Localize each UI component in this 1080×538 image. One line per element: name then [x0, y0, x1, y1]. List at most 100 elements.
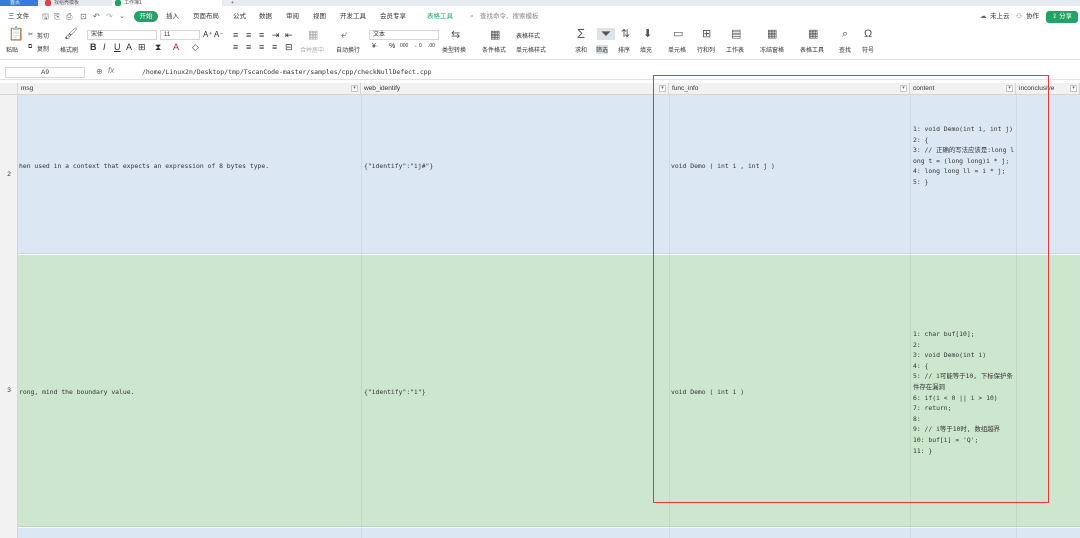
cell-web-identify-row3[interactable]: {"identify":"i"}	[364, 388, 664, 396]
align-center-icon[interactable]: ≡	[246, 42, 251, 52]
symbol-button[interactable]: 符号	[862, 45, 874, 54]
fx-icon[interactable]: fx	[108, 66, 114, 75]
menu-member[interactable]: 会员专享	[380, 11, 406, 23]
wrap-text-button[interactable]: 自动换行	[336, 45, 360, 54]
filter-dropdown-icon[interactable]: ▾	[1006, 85, 1013, 92]
fill-button[interactable]: 填充	[640, 45, 652, 54]
cell-content-row3[interactable]: 1: char buf[10]; 2: 3: void Demo(int i) …	[913, 329, 1015, 456]
font-grow-icon[interactable]: A⁺	[203, 30, 213, 39]
font-shrink-icon[interactable]: A⁻	[214, 30, 224, 39]
bold-icon[interactable]: B	[90, 42, 97, 52]
cell-msg-row2[interactable]: hen used in a context that expects an ex…	[19, 162, 359, 170]
row-header-3[interactable]: 3	[0, 387, 18, 394]
column-header-func-info[interactable]: func_info ▾	[669, 83, 910, 95]
number-format-select[interactable]: 文本	[369, 30, 439, 40]
row-header-2[interactable]: 2	[0, 171, 18, 178]
align-middle-icon[interactable]: ≡	[246, 30, 251, 40]
menu-review[interactable]: 审阅	[286, 11, 299, 23]
tab-workbook[interactable]: 工作簿1	[112, 0, 222, 6]
select-all-corner[interactable]	[0, 83, 18, 95]
fill-color-icon[interactable]: ⧗	[155, 42, 161, 53]
percent-icon[interactable]: %	[389, 43, 395, 50]
decimal-decrease-icon[interactable]: .00	[428, 43, 435, 49]
paste-button[interactable]: 粘贴	[6, 45, 18, 54]
format-painter-icon[interactable]: 🖌	[64, 28, 78, 40]
font-name-select[interactable]: 宋体	[87, 30, 157, 40]
column-header-web-identify[interactable]: web_identify ▾	[361, 83, 669, 95]
cell-reference-box[interactable]: A9	[5, 67, 85, 78]
justify-icon[interactable]: ≡	[272, 42, 277, 52]
tab-template[interactable]: 找稻壳模板	[42, 0, 104, 6]
menu-table-tools[interactable]: 表格工具	[427, 11, 453, 23]
distribute-icon[interactable]: ⊟	[285, 42, 293, 53]
font-size-select[interactable]: 11	[160, 30, 200, 40]
menu-start[interactable]: 开始	[134, 11, 158, 22]
cell-style-button[interactable]: 单元格样式	[516, 45, 546, 54]
sort-button[interactable]: 排序	[618, 45, 630, 54]
sum-button[interactable]: 求和	[575, 45, 587, 54]
indent-icon[interactable]: ⇥	[272, 30, 280, 41]
formula-input[interactable]: /home/Linux2n/Desktop/tmp/TscanCode-mast…	[142, 68, 432, 76]
align-left-icon[interactable]: ≡	[233, 42, 238, 52]
zoom-icon[interactable]: ⊕	[96, 67, 103, 76]
align-top-icon[interactable]: ≡	[233, 30, 238, 40]
new-tab-button[interactable]: +	[228, 0, 242, 6]
clear-format-icon[interactable]: ◇	[192, 42, 199, 53]
undo-icon[interactable]: ↶	[93, 11, 100, 23]
font-color-icon[interactable]: A	[173, 42, 179, 52]
menu-dev-tools[interactable]: 开发工具	[340, 11, 366, 23]
cell-msg-row3[interactable]: rong, mind the boundary value.	[19, 388, 359, 396]
type-convert-button[interactable]: 类型转换	[442, 45, 466, 54]
worksheet-button[interactable]: 工作表	[726, 45, 744, 54]
italic-icon[interactable]: I	[103, 42, 106, 52]
column-header-inconclusive[interactable]: inconclusive ▾	[1016, 83, 1080, 95]
strikethrough-icon[interactable]: A	[126, 42, 132, 52]
cell-button[interactable]: 单元格	[668, 45, 686, 54]
share-button[interactable]: ⇪ 分享	[1046, 11, 1078, 23]
menu-formula[interactable]: 公式	[233, 11, 246, 23]
menu-view[interactable]: 视图	[313, 11, 326, 23]
paste-icon[interactable]: 📋	[8, 27, 24, 40]
filter-dropdown-icon[interactable]: ▾	[1070, 85, 1077, 92]
filter-dropdown-icon[interactable]: ▾	[900, 85, 907, 92]
export-pdf-icon[interactable]: ⎘	[54, 11, 60, 23]
cell-func-info-row2[interactable]: void Demo ( int i , int j )	[671, 162, 907, 170]
cut-button[interactable]: 剪切	[37, 31, 49, 40]
cell-web-identify-row2[interactable]: {"identify":"ij#"}	[364, 162, 664, 170]
table-tools-button[interactable]: 表格工具	[800, 45, 824, 54]
redo-icon[interactable]: ↷	[106, 11, 113, 23]
menu-file[interactable]: 三 文件	[8, 11, 29, 23]
command-search[interactable]: 查找命令、搜索模板	[480, 11, 539, 23]
filter-button[interactable]: 筛选	[596, 45, 609, 54]
decimal-increase-icon[interactable]: ←0	[414, 43, 422, 49]
tab-home[interactable]: 首页	[0, 0, 38, 6]
collaborate-button[interactable]: 协作	[1026, 11, 1039, 23]
border-icon[interactable]: ⊞	[138, 42, 146, 53]
align-bottom-icon[interactable]: ≡	[259, 30, 264, 40]
underline-icon[interactable]: U	[114, 42, 121, 52]
find-button[interactable]: 查找	[839, 45, 851, 54]
thousands-icon[interactable]: 000	[400, 43, 408, 49]
cell-func-info-row3[interactable]: void Demo ( int i )	[671, 388, 907, 396]
format-painter-button[interactable]: 格式刷	[60, 45, 78, 54]
copy-button[interactable]: 复制	[37, 44, 49, 53]
outdent-icon[interactable]: ⇤	[285, 30, 293, 41]
cell-content-row2[interactable]: 1: void Demo(int i, int j) 2: { 3: // 正确…	[913, 124, 1015, 188]
print-icon[interactable]: ⎙	[66, 11, 72, 23]
cloud-status[interactable]: 未上云	[990, 11, 1010, 23]
menu-data[interactable]: 数据	[259, 11, 272, 23]
freeze-button[interactable]: 冻结窗格	[760, 45, 784, 54]
row-col-button[interactable]: 行和列	[697, 45, 715, 54]
merge-center-button[interactable]: 合并居中	[300, 45, 324, 54]
save-icon[interactable]: 🖫	[42, 11, 49, 23]
table-style-button[interactable]: 表格样式	[516, 31, 540, 40]
menu-insert[interactable]: 插入	[166, 11, 179, 23]
menu-page-layout[interactable]: 页面布局	[193, 11, 219, 23]
more-chevron-icon[interactable]: ⌄	[119, 11, 125, 23]
currency-icon[interactable]: ¥·	[372, 43, 378, 50]
print-preview-icon[interactable]: ⊡	[80, 11, 87, 23]
align-right-icon[interactable]: ≡	[259, 42, 264, 52]
filter-dropdown-icon[interactable]: ▾	[351, 85, 358, 92]
filter-dropdown-icon[interactable]: ▾	[659, 85, 666, 92]
conditional-format-button[interactable]: 条件格式	[482, 45, 506, 54]
